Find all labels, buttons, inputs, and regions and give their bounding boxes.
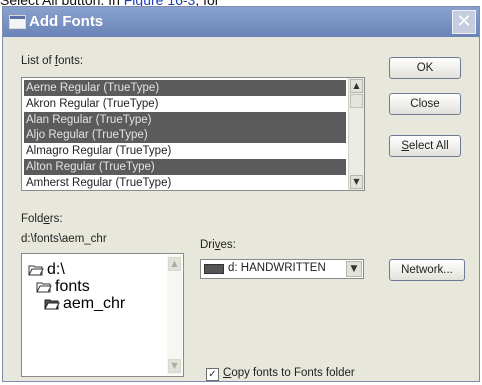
network-button[interactable]: Network... (389, 259, 465, 281)
scroll-up-arrow[interactable]: ▲ (168, 257, 181, 271)
font-list-item[interactable]: Alton Regular (TrueType) (24, 158, 346, 175)
chevron-down-icon: ▼ (350, 264, 358, 274)
select-all-button[interactable]: Select All (389, 135, 461, 157)
current-folder-path: d:\fonts\aem_chr (21, 233, 107, 245)
window-icon (9, 15, 26, 29)
drive-icon (204, 264, 224, 274)
folders-scrollbar[interactable]: ▲ ▼ (167, 255, 182, 375)
fonts-listbox[interactable]: Aerne Regular (TrueType) Akron Regular (T… (21, 77, 365, 191)
chevron-up-icon: ▲ (353, 81, 360, 90)
scroll-down-arrow[interactable]: ▼ (168, 359, 181, 373)
close-button[interactable]: Close (389, 93, 461, 115)
scroll-down-arrow[interactable]: ▼ (350, 175, 363, 189)
font-list-item[interactable]: Aljo Regular (TrueType) (24, 127, 346, 144)
copy-fonts-checkbox[interactable]: ✓ (206, 368, 219, 381)
font-list-item[interactable]: Amherst Regular (TrueType) (24, 175, 346, 190)
ok-button[interactable]: OK (389, 57, 461, 79)
drives-selected-value: d: HANDWRITTEN (228, 262, 326, 274)
font-list-item[interactable]: Akron Regular (TrueType) (24, 96, 346, 112)
folder-node-root[interactable]: d:\ (28, 262, 65, 278)
add-fonts-dialog: Add Fonts ✕ List of fonts: Aerne Regular… (2, 6, 480, 382)
folder-node-fonts[interactable]: fonts (36, 279, 90, 295)
chevron-down-icon: ▼ (171, 361, 178, 370)
copy-fonts-label: Copy fonts to Fonts folder (223, 367, 355, 379)
chevron-down-icon: ▼ (353, 177, 360, 186)
open-folder-icon (44, 299, 60, 310)
fonts-list-label: List of fonts: (21, 55, 84, 67)
scroll-up-arrow[interactable]: ▲ (350, 79, 363, 93)
folder-node-aem-chr[interactable]: aem_chr (44, 296, 125, 312)
fonts-list-scrollbar[interactable]: ▲ ▼ (348, 78, 364, 190)
chevron-up-icon: ▲ (171, 259, 178, 268)
folders-tree[interactable]: d:\ fonts aem_chr ▲ ▼ (21, 253, 184, 377)
close-icon: ✕ (456, 11, 472, 32)
drives-dropdown[interactable]: d: HANDWRITTEN ▼ (200, 259, 364, 279)
fonts-list-items: Aerne Regular (TrueType) Akron Regular (T… (24, 80, 346, 190)
font-list-item[interactable]: Almagro Regular (TrueType) (24, 143, 346, 159)
dialog-title: Add Fonts (29, 13, 104, 30)
font-list-item[interactable]: Aerne Regular (TrueType) (24, 80, 346, 96)
font-list-item[interactable]: Alan Regular (TrueType) (24, 111, 346, 128)
checkmark-icon: ✓ (208, 369, 217, 380)
dropdown-arrow[interactable]: ▼ (346, 261, 362, 277)
open-folder-icon (28, 265, 44, 276)
folders-label: Folders: (21, 213, 63, 225)
close-window-button[interactable]: ✕ (452, 10, 476, 34)
scroll-thumb[interactable] (350, 94, 363, 108)
title-bar[interactable]: Add Fonts ✕ (3, 7, 479, 37)
drives-label: Drives: (200, 239, 236, 251)
open-folder-icon (36, 282, 52, 293)
